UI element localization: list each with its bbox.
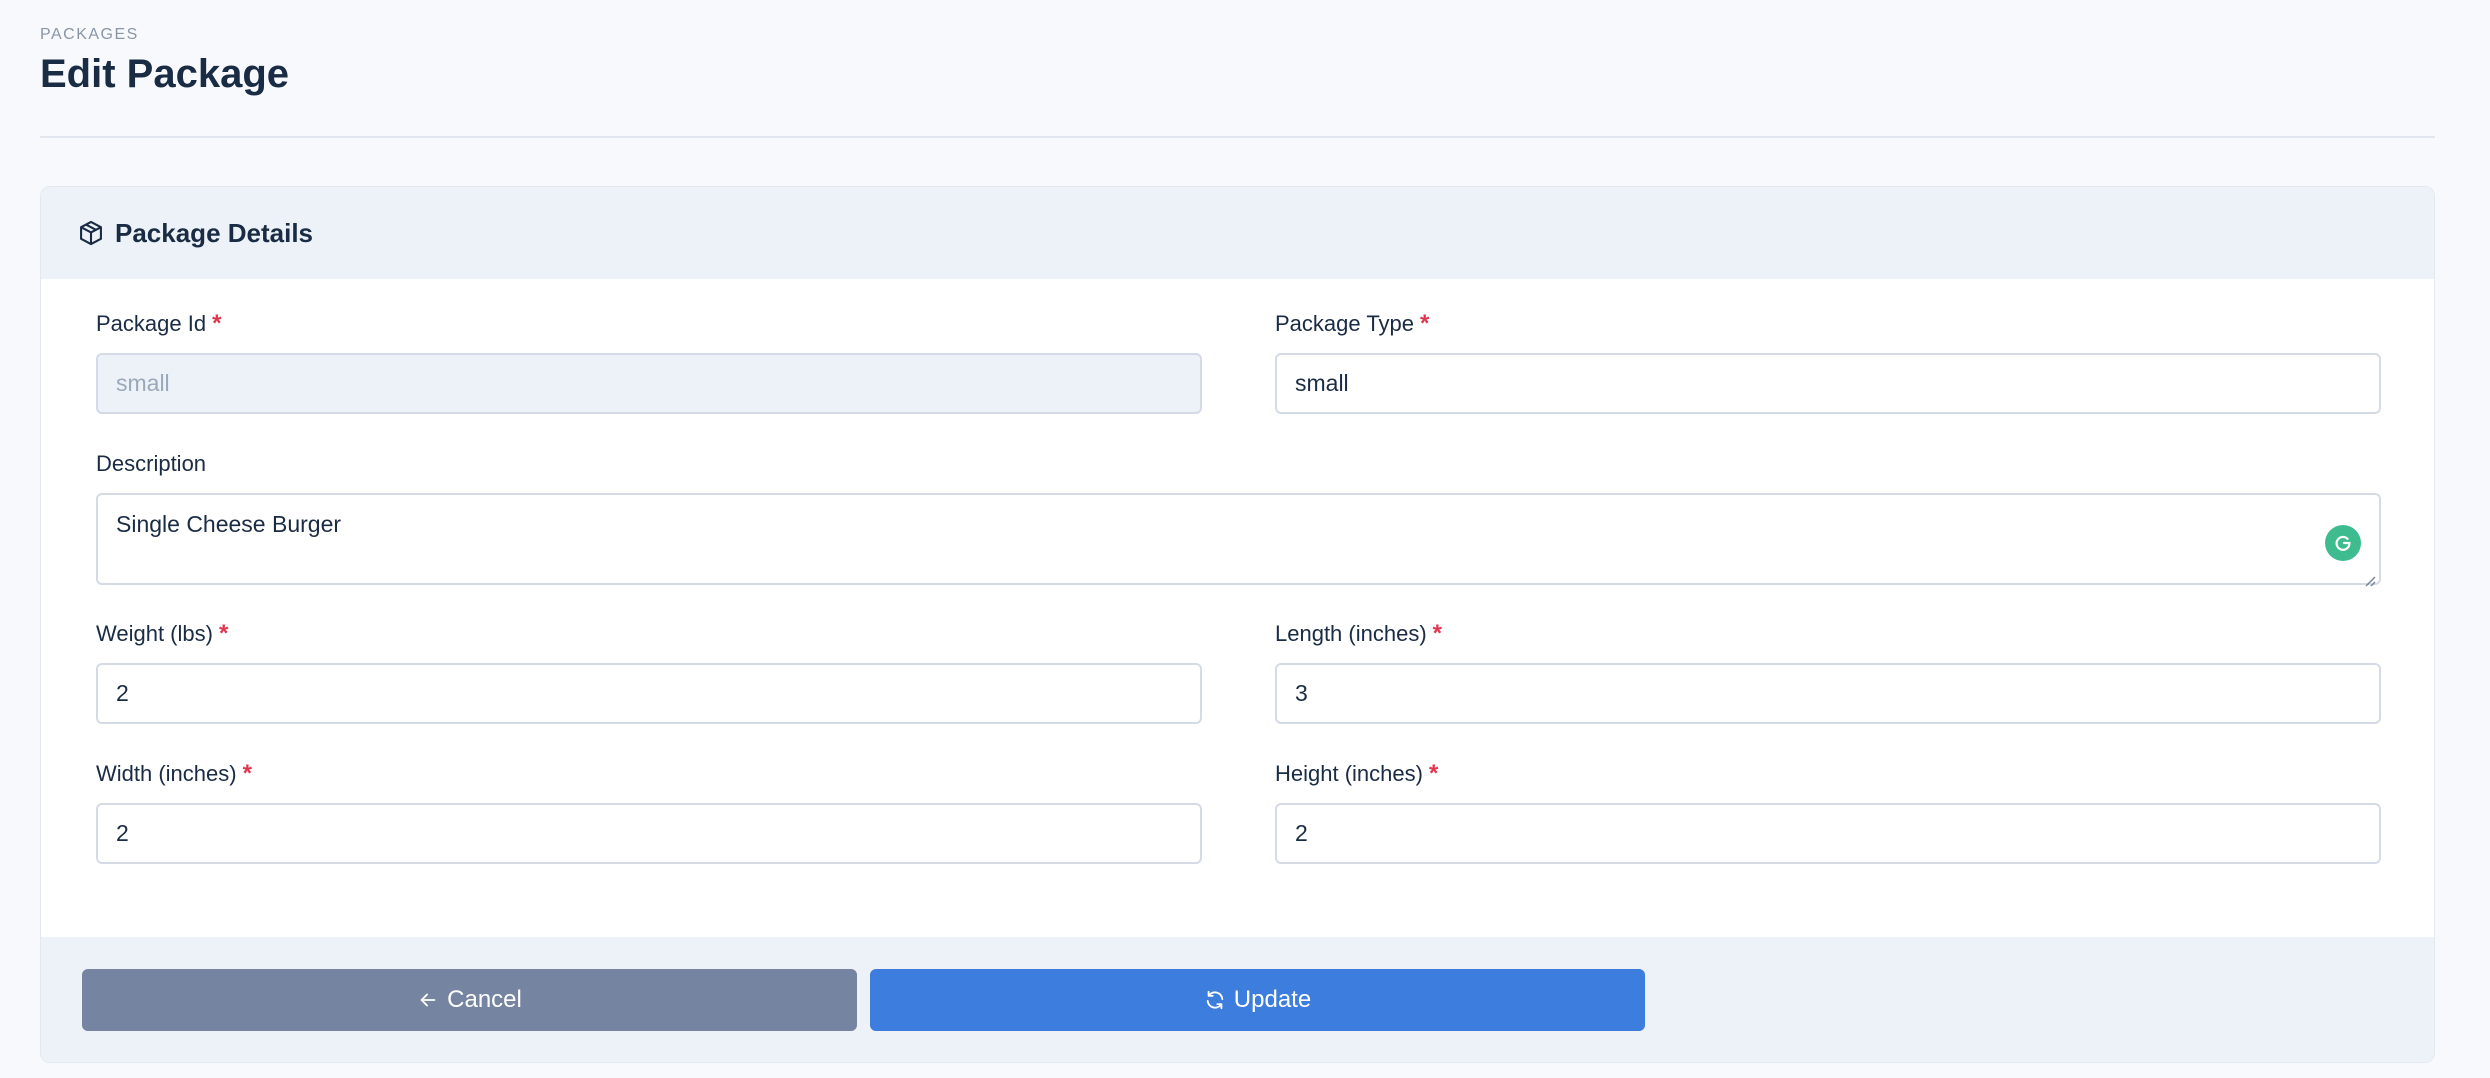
package-id-label-text: Package Id: [96, 311, 207, 336]
length-field: Length (inches) * 3: [1275, 619, 2381, 724]
height-label-text: Height (inches): [1275, 761, 1423, 786]
package-type-input[interactable]: small: [1275, 353, 2381, 414]
card-header: Package Details: [41, 187, 2434, 279]
page-title: Edit Package: [40, 52, 290, 96]
weight-label: Weight (lbs) *: [96, 619, 1202, 649]
grammarly-icon[interactable]: [2325, 525, 2361, 561]
update-button[interactable]: Update: [870, 969, 1645, 1031]
width-field: Width (inches) * 2: [96, 759, 1202, 864]
width-label-text: Width (inches): [96, 761, 237, 786]
required-marker: *: [242, 760, 252, 787]
arrow-left-icon: [417, 989, 439, 1011]
refresh-icon: [1204, 989, 1226, 1011]
height-label: Height (inches) *: [1275, 759, 2381, 789]
package-type-field: Package Type * small: [1275, 309, 2381, 414]
package-id-input: small: [96, 353, 1202, 414]
header-divider: [40, 136, 2435, 138]
required-marker: *: [218, 620, 229, 647]
package-details-card: Package Details Package Id * small Packa…: [40, 186, 2435, 1063]
required-marker: *: [1420, 310, 1430, 337]
description-field: Description Single Cheese Burger: [96, 449, 2381, 587]
card-title: Package Details: [115, 217, 314, 248]
package-type-label-text: Package Type: [1275, 311, 1415, 336]
height-input[interactable]: 2: [1275, 803, 2381, 864]
length-input[interactable]: 3: [1275, 663, 2381, 724]
page-header: PACKAGES Edit Package: [40, 26, 2435, 97]
description-label-text: Description: [96, 451, 207, 476]
height-field: Height (inches) * 2: [1275, 759, 2381, 864]
description-text: Single Cheese Burger: [116, 511, 342, 537]
required-marker: *: [1432, 620, 1442, 647]
length-label-text: Length (inches): [1275, 621, 1427, 646]
length-label: Length (inches) *: [1275, 619, 2381, 649]
resize-handle-icon[interactable]: [2362, 566, 2376, 587]
package-id-field: Package Id * small: [96, 309, 1202, 414]
package-box-icon: [77, 219, 105, 247]
width-label: Width (inches) *: [96, 759, 1202, 789]
weight-input[interactable]: 2: [96, 663, 1202, 724]
required-marker: *: [212, 310, 222, 337]
width-input[interactable]: 2: [96, 803, 1202, 864]
card-footer: Cancel Update: [41, 937, 2434, 1062]
cancel-button[interactable]: Cancel: [82, 969, 857, 1031]
description-textarea[interactable]: Single Cheese Burger: [96, 493, 2381, 587]
update-button-label: Update: [1233, 986, 1312, 1013]
required-marker: *: [1428, 760, 1439, 787]
cancel-button-label: Cancel: [447, 986, 522, 1013]
description-label: Description: [96, 449, 2381, 479]
package-type-label: Package Type *: [1275, 309, 2381, 339]
card-body: Package Id * small Package Type * small …: [41, 279, 2434, 939]
weight-label-text: Weight (lbs): [96, 621, 213, 646]
breadcrumb: PACKAGES: [40, 26, 139, 43]
weight-field: Weight (lbs) * 2: [96, 619, 1202, 724]
package-id-label: Package Id *: [96, 309, 1202, 339]
